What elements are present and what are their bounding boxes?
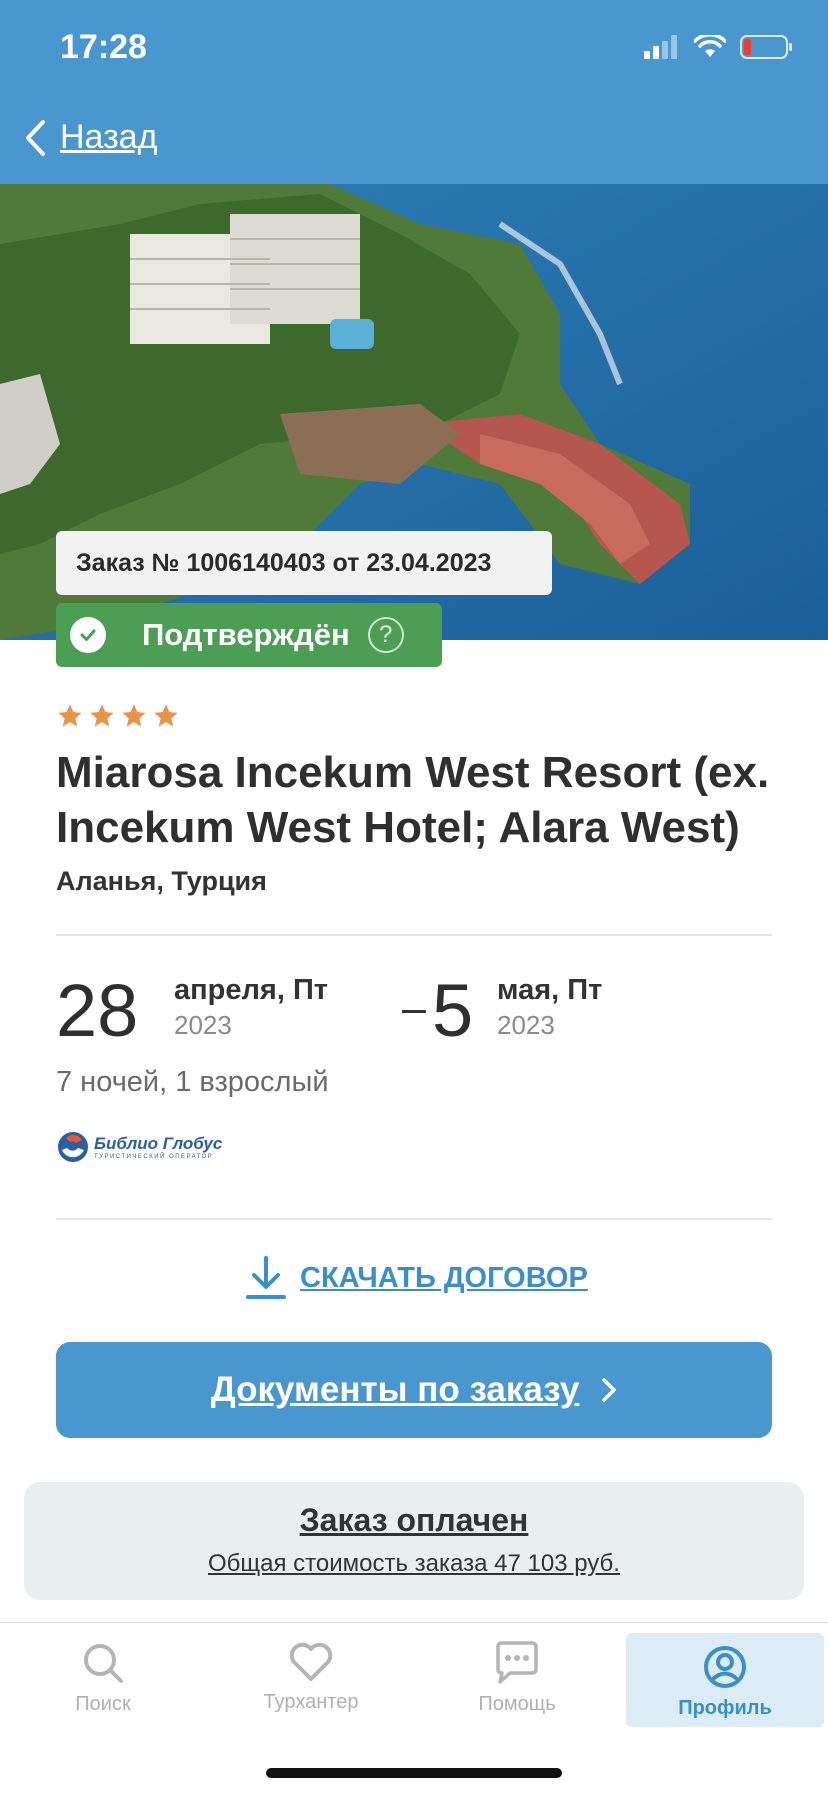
help-icon[interactable]: ? xyxy=(367,617,404,653)
start-month: апреля, Пт xyxy=(174,974,328,1006)
chat-icon xyxy=(496,1641,538,1684)
divider xyxy=(56,934,772,936)
order-number: Заказ № 1006140403 от 23.04.2023 xyxy=(56,531,552,595)
order-documents-button[interactable]: Документы по заказу xyxy=(56,1342,772,1438)
start-day: 28 xyxy=(56,969,139,1052)
back-label: Назад xyxy=(60,118,158,156)
tab-label: Профиль xyxy=(678,1697,772,1719)
order-status-badge: Подтверждён ? xyxy=(56,603,442,667)
order-total[interactable]: Общая стоимость заказа 47 103 руб. xyxy=(24,1550,804,1578)
operator-name: Библио Глобус xyxy=(94,1134,223,1153)
battery-icon xyxy=(740,35,792,59)
download-contract-link[interactable]: СКАЧАТЬ ДОГОВОР xyxy=(246,1256,588,1300)
operator-logo-icon xyxy=(58,1132,88,1162)
tab-label: Поиск xyxy=(75,1693,131,1715)
profile-icon xyxy=(704,1646,746,1688)
order-documents-label: Документы по заказу xyxy=(210,1370,580,1409)
end-year: 2023 xyxy=(497,1010,555,1040)
order-status-label: Подтверждён xyxy=(142,617,350,652)
end-month: мая, Пт xyxy=(497,974,603,1006)
hotel-name: Miarosa Incekum West Resort (ex. Incekum… xyxy=(56,748,770,852)
tab-search[interactable]: Поиск xyxy=(4,1623,202,1733)
wifi-icon xyxy=(694,35,726,57)
tab-profile[interactable]: Профиль xyxy=(626,1633,824,1727)
tab-turhunter[interactable]: Турхантер xyxy=(212,1623,410,1733)
tour-operator-logo: Библио Глобус ТУРИСТИЧЕСКИЙ ОПЕРАТОР xyxy=(56,1130,222,1164)
download-contract-label: СКАЧАТЬ ДОГОВОР xyxy=(300,1261,588,1294)
check-icon xyxy=(70,617,106,653)
operator-subtitle: ТУРИСТИЧЕСКИЙ ОПЕРАТОР xyxy=(94,1154,214,1160)
star-icon xyxy=(58,704,82,727)
start-year: 2023 xyxy=(174,1010,232,1040)
star-icon xyxy=(122,704,146,727)
payment-status-title: Заказ оплачен xyxy=(299,1502,529,1538)
download-icon xyxy=(246,1256,286,1299)
trip-summary: 7 ночей, 1 взрослый xyxy=(56,1066,329,1098)
hotel-location: Аланья, Турция xyxy=(56,866,267,896)
chevron-right-icon xyxy=(602,1378,617,1402)
date-range-dash xyxy=(402,1010,426,1013)
hotel-stars xyxy=(56,702,180,730)
app-header: 17:28 Назад xyxy=(0,0,828,184)
heart-icon xyxy=(289,1642,333,1681)
divider xyxy=(56,1218,772,1220)
tab-help[interactable]: Помощь xyxy=(418,1623,616,1733)
chevron-left-icon xyxy=(26,119,45,156)
end-day: 5 xyxy=(432,969,474,1052)
payment-status-card: Заказ оплачен Общая стоимость заказа 47 … xyxy=(24,1482,804,1600)
home-indicator[interactable] xyxy=(266,1768,562,1778)
status-icons xyxy=(644,34,794,60)
search-icon xyxy=(84,1644,123,1683)
tab-label: Помощь xyxy=(478,1693,556,1715)
star-icon xyxy=(154,704,178,727)
back-button[interactable]: Назад xyxy=(24,118,157,157)
star-icon xyxy=(90,704,114,727)
status-time: 17:28 xyxy=(60,28,147,66)
tab-label: Турхантер xyxy=(263,1691,359,1713)
signal-icon xyxy=(644,35,677,59)
